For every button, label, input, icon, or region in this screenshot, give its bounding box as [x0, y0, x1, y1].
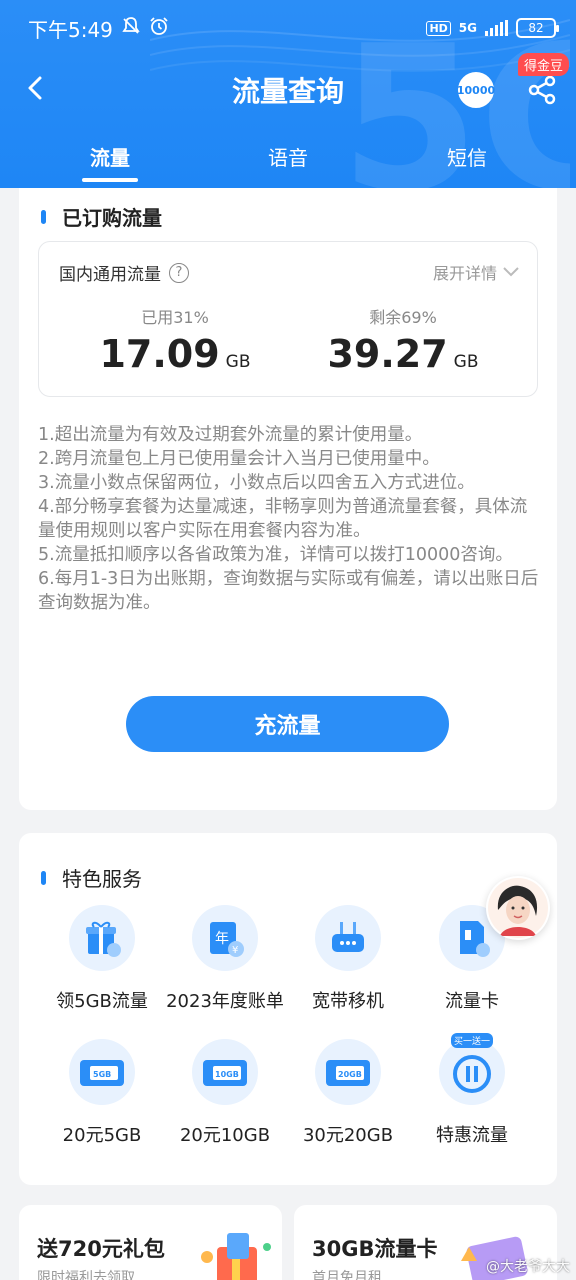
- service-annual-bill[interactable]: 年 ¥ 2023年度账单: [158, 905, 292, 1013]
- remaining-stat: 剩余69% 39.27 GB: [303, 304, 503, 376]
- note-item: 1.超出流量为有效及过期套外流量的累计使用量。: [38, 425, 423, 445]
- ticket-icon: 20GB: [315, 1039, 381, 1105]
- chevron-down-icon: [503, 267, 519, 277]
- plan-label: 国内通用流量: [59, 265, 161, 285]
- note-item: 3.流量小数点保留两位，小数点后以四舍五入方式进位。: [38, 473, 475, 493]
- expand-details[interactable]: 展开详情: [433, 260, 519, 284]
- note-item: 2.跨月流量包上月已使用量会计入当月已使用量中。: [38, 449, 440, 469]
- svg-text:年: 年: [215, 931, 229, 947]
- ticket-tag: 5GB: [93, 1070, 111, 1079]
- section-marker: [41, 870, 46, 885]
- section-marker: [41, 209, 46, 224]
- notes-list: 1.超出流量为有效及过期套外流量的累计使用量。 2.跨月流量包上月已使用量会计入…: [38, 423, 544, 615]
- help-icon[interactable]: ?: [169, 262, 189, 283]
- used-stat: 已用31% 17.09 GB: [75, 304, 275, 376]
- section-title: 特色服务: [41, 863, 142, 892]
- battery-level: 82: [528, 21, 544, 35]
- tab-bar: 流量 语音 短信: [0, 138, 576, 188]
- gift-icon: [69, 905, 135, 971]
- note-item: 4.部分畅享套餐为达量减速，非畅享则为普通流量套餐，具体流量使用规则以客户实际在…: [38, 497, 528, 541]
- hd-badge: HD: [426, 20, 451, 36]
- plan-label-row: 国内通用流量 ?: [59, 260, 189, 285]
- service-label: 宽带移机: [312, 991, 384, 1012]
- bell-off-icon: [121, 16, 141, 41]
- tab-indicator: [82, 178, 138, 182]
- used-unit: GB: [225, 352, 251, 372]
- service-20-10gb[interactable]: 10GB 20元10GB: [158, 1039, 292, 1147]
- service-label: 20元10GB: [179, 1125, 271, 1146]
- annual-bill-icon: 年 ¥: [192, 905, 258, 971]
- purchased-data-card: 已订购流量 国内通用流量 ? 展开详情 已用31% 17.09 GB 剩余69% …: [19, 188, 557, 810]
- customer-service-icon[interactable]: 10000: [456, 72, 496, 108]
- network-label: 5G: [458, 21, 477, 35]
- service-label: 特惠流量: [436, 1125, 508, 1146]
- service-label: 领5GB流量: [56, 991, 148, 1012]
- watermark: @大老爷大大: [486, 1259, 570, 1275]
- promo-subtitle: 限时福利去领取: [37, 1270, 135, 1280]
- status-time: 下午5:49: [28, 17, 113, 42]
- assistant-avatar[interactable]: [486, 876, 550, 940]
- discount-icon: 买一送一: [439, 1033, 505, 1105]
- tab-sms[interactable]: 短信: [427, 142, 507, 171]
- gift-illustration-icon: [201, 1233, 271, 1280]
- promo-title: 送720元礼包: [37, 1237, 165, 1261]
- featured-title: 特色服务: [62, 867, 142, 891]
- service-discount-data[interactable]: 买一送一 特惠流量: [405, 1033, 539, 1147]
- featured-services-card: 特色服务 领5GB流量 年 ¥ 2023年度账单 宽带移机 流量卡 5GB 20元…: [19, 833, 557, 1185]
- service-label: 30元20GB: [302, 1125, 394, 1146]
- remaining-label: 剩余69%: [369, 308, 437, 327]
- recharge-button[interactable]: 充流量: [126, 696, 449, 752]
- reward-badge[interactable]: 得金豆: [518, 53, 570, 76]
- section-title: 已订购流量: [41, 202, 162, 231]
- alarm-icon: [149, 16, 169, 41]
- promo-gift-pack[interactable]: 送720元礼包 限时福利去领取: [19, 1205, 282, 1280]
- promo-tag: 买一送一: [451, 1033, 494, 1048]
- service-claim-5gb[interactable]: 领5GB流量: [35, 905, 169, 1013]
- service-label: 2023年度账单: [166, 991, 284, 1012]
- promo-title: 30GB流量卡: [312, 1237, 438, 1261]
- remaining-unit: GB: [453, 352, 479, 372]
- header: 5G 下午5:49 HD 5G 82 流量查询 10000 得金豆 流量 语音 …: [0, 0, 576, 188]
- expand-label: 展开详情: [432, 264, 497, 283]
- used-label: 已用31%: [141, 308, 209, 327]
- service-number: 10000: [456, 83, 496, 97]
- ticket-tag: 10GB: [215, 1070, 239, 1079]
- note-item: 5.流量抵扣顺序以各省政策为准，详情可以拨打10000咨询。: [38, 545, 513, 565]
- service-20-5gb[interactable]: 5GB 20元5GB: [35, 1039, 169, 1147]
- purchased-title: 已订购流量: [62, 206, 162, 230]
- ticket-icon: 10GB: [192, 1039, 258, 1105]
- battery-icon: 82: [516, 18, 559, 38]
- share-icon[interactable]: [526, 74, 558, 106]
- used-value: 17.09: [99, 332, 220, 376]
- tab-data[interactable]: 流量: [70, 142, 150, 171]
- note-item: 6.每月1-3日为出账期，查询数据与实际或有偏差，请以出账日后查询数据为准。: [38, 569, 539, 613]
- ticket-icon: 5GB: [69, 1039, 135, 1105]
- svg-text:¥: ¥: [232, 945, 238, 956]
- signal-icon: [485, 20, 508, 36]
- status-bar: 下午5:49 HD 5G 82: [28, 14, 559, 42]
- ticket-tag: 20GB: [338, 1070, 362, 1079]
- service-broadband-move[interactable]: 宽带移机: [281, 905, 415, 1013]
- tab-voice[interactable]: 语音: [248, 142, 328, 171]
- service-label: 流量卡: [445, 991, 499, 1012]
- service-30-20gb[interactable]: 20GB 30元20GB: [281, 1039, 415, 1147]
- router-icon: [315, 905, 381, 971]
- usage-box: 国内通用流量 ? 展开详情 已用31% 17.09 GB 剩余69% 39.27 G…: [38, 241, 538, 397]
- promo-subtitle: 首月免月租: [312, 1270, 382, 1280]
- remaining-value: 39.27: [327, 332, 448, 376]
- service-label: 20元5GB: [62, 1125, 142, 1146]
